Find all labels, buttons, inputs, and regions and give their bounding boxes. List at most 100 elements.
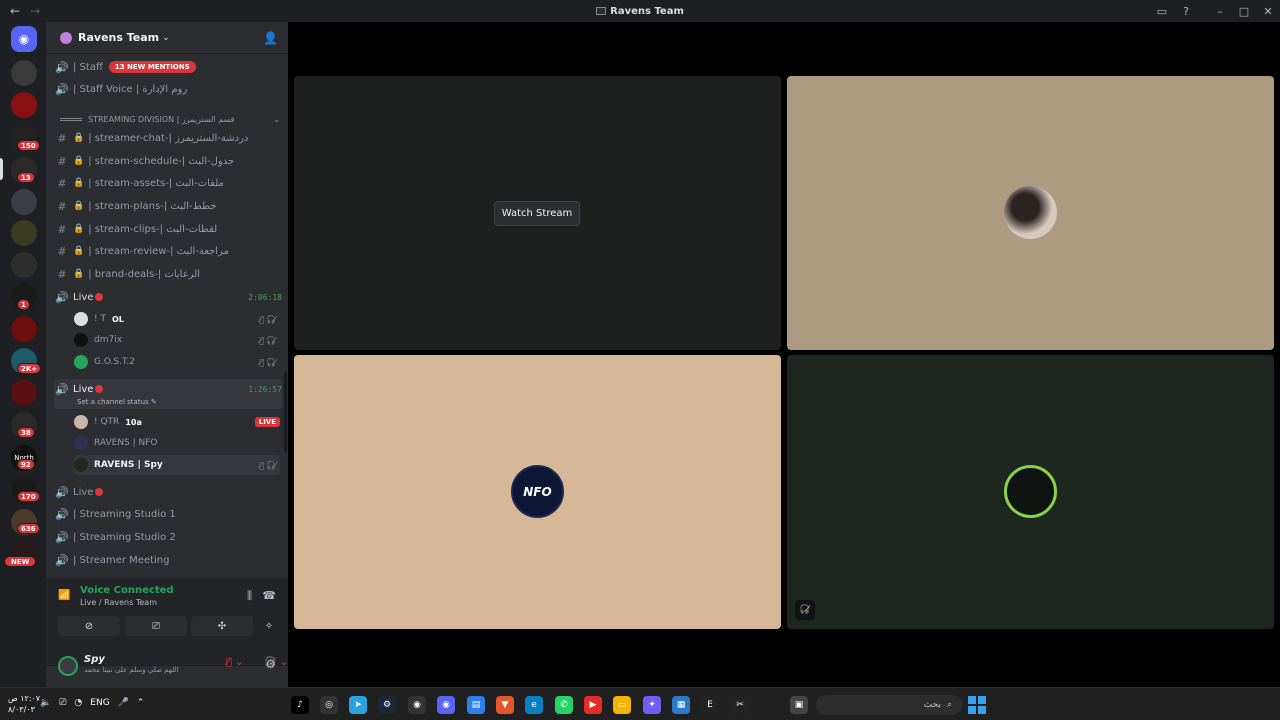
- server-icon[interactable]: [11, 92, 37, 118]
- server-icon[interactable]: [11, 316, 37, 342]
- brave-icon[interactable]: ▼: [496, 696, 514, 714]
- app-icon[interactable]: ◎: [320, 696, 338, 714]
- volume-icon[interactable]: 🔈: [40, 698, 51, 708]
- nav-arrows: ← →: [10, 4, 40, 18]
- wifi-icon[interactable]: ◔: [74, 698, 82, 708]
- call-timer: 1:26:57: [248, 384, 282, 394]
- channel-staff[interactable]: 🔊 | Staff 13 NEW MENTIONS: [54, 57, 282, 77]
- voice-user[interactable]: ! T OL 🎙̸🎧̸: [74, 309, 280, 329]
- steam-icon[interactable]: ⚙: [378, 696, 396, 714]
- server-icon[interactable]: [11, 60, 37, 86]
- channel-streaming-studio-2[interactable]: 🔊 | Streaming Studio 2: [54, 527, 282, 547]
- voice-user[interactable]: RAVENS | NFO: [74, 433, 280, 453]
- voice-panel: 📶 Voice Connected Live / Ravens Team ⫼ ☎…: [46, 578, 288, 666]
- help-icon[interactable]: ?: [1174, 5, 1198, 18]
- scrollbar[interactable]: [284, 372, 287, 452]
- forward-arrow-icon[interactable]: →: [30, 4, 40, 18]
- participant-avatar: [1004, 186, 1057, 239]
- channel-streamer-chat[interactable]: # 🔒 | streamer-chat-| دردشة-الستريمرز: [54, 128, 282, 148]
- back-arrow-icon[interactable]: ←: [10, 4, 20, 18]
- server-header[interactable]: Ravens Team ⌄ 👤: [46, 22, 288, 54]
- participant-tile[interactable]: [787, 76, 1274, 350]
- activities-button[interactable]: ✣: [191, 616, 253, 636]
- speaker-icon: 🔊: [55, 553, 69, 567]
- signal-icon: 📶: [58, 590, 71, 601]
- stream-tile[interactable]: Watch Stream: [294, 76, 781, 350]
- monitor-icon[interactable]: ⎚: [59, 698, 66, 708]
- invite-icon[interactable]: 👤: [263, 31, 278, 45]
- close-button[interactable]: ✕: [1256, 5, 1280, 18]
- channel-streamer-meeting[interactable]: 🔊 | Streamer Meeting: [54, 550, 282, 570]
- channel-stream-clips[interactable]: # 🔒 | stream-clips-| لقطات-البث: [54, 219, 282, 239]
- inbox-icon[interactable]: ▭: [1150, 5, 1174, 18]
- clock[interactable]: ١٢:٠٧ ص ٨/٠٣/٠٣: [8, 693, 40, 715]
- server-icon[interactable]: [11, 189, 37, 215]
- channel-brand-deals[interactable]: # 🔒 | brand-deals-| الرعايات: [54, 264, 282, 284]
- channel-stream-assets[interactable]: # 🔒 | stream-assets-| ملفات-البث: [54, 173, 282, 193]
- category-header[interactable]: STREAMING DIVISION | قسم الستريمرز ⌄: [60, 115, 280, 124]
- participant-tile[interactable]: 🎧̸: [787, 355, 1274, 629]
- server-icon[interactable]: [11, 220, 37, 246]
- capcut-icon[interactable]: ✂: [731, 696, 749, 714]
- noise-suppression-icon[interactable]: ⫼: [247, 589, 252, 603]
- app-icon[interactable]: ▤: [467, 696, 485, 714]
- voice-location[interactable]: Live / Ravens Team: [80, 598, 157, 607]
- voice-user[interactable]: dm7ix 🎙̸🎧̸: [74, 330, 280, 350]
- camera-off-button[interactable]: ⊘: [58, 616, 120, 636]
- minimize-button[interactable]: –: [1208, 5, 1232, 18]
- taskbar-search[interactable]: بحث ⌕: [816, 695, 962, 715]
- telegram-icon[interactable]: ➤: [349, 696, 367, 714]
- edge-icon[interactable]: e: [525, 696, 543, 714]
- participant-avatar: [1004, 465, 1057, 518]
- channel-label: Live: [73, 291, 94, 303]
- file-explorer-icon[interactable]: ▭: [613, 696, 631, 714]
- start-button[interactable]: [968, 696, 986, 714]
- participant-tile[interactable]: NFO: [294, 355, 781, 629]
- settings-gear-icon[interactable]: ⚙: [265, 657, 276, 671]
- chevron-up-icon[interactable]: ⌃: [137, 698, 145, 708]
- youtube-icon[interactable]: ▶: [584, 696, 602, 714]
- participant-avatar: NFO: [511, 465, 564, 518]
- server-name: Ravens Team: [78, 31, 160, 44]
- watch-stream-button[interactable]: Watch Stream: [494, 201, 580, 226]
- muted-deafened-icon: 🎙̸🎧̸: [259, 335, 280, 345]
- server-icon[interactable]: [11, 380, 37, 406]
- avatar[interactable]: [58, 656, 78, 676]
- live-dot-icon: [95, 293, 104, 301]
- discord-home-icon[interactable]: ◉: [11, 26, 37, 52]
- server-icon[interactable]: [11, 252, 37, 278]
- channel-staff-voice[interactable]: 🔊 | Staff Voice | روم الإدارة: [54, 79, 282, 99]
- channel-stream-schedule[interactable]: # 🔒 | stream-schedule-| جدول-البث: [54, 151, 282, 171]
- voice-user-self[interactable]: RAVENS | Spy 🎙̸🎧̸: [74, 455, 280, 475]
- store-icon[interactable]: ▦: [672, 696, 690, 714]
- channel-stream-review[interactable]: # 🔒 | stream-review-| مراجعة-البث: [54, 241, 282, 261]
- language-indicator[interactable]: ENG: [90, 698, 109, 708]
- whatsapp-icon[interactable]: ✆: [555, 696, 573, 714]
- disconnect-icon[interactable]: ☎: [262, 589, 276, 602]
- maximize-button[interactable]: □: [1232, 5, 1256, 18]
- channel-live-1[interactable]: 🔊 Live 2:06:18: [54, 287, 282, 307]
- soundboard-button[interactable]: ✧: [258, 616, 280, 636]
- channel-live-3[interactable]: 🔊 Live: [54, 482, 282, 502]
- channel-status-input[interactable]: Set a channel status ✎: [77, 398, 157, 406]
- channel-streaming-studio-1[interactable]: 🔊 | Streaming Studio 1: [54, 504, 282, 524]
- user-tag: OL: [111, 314, 124, 324]
- channel-live-2[interactable]: 🔊 Live 1:26:57: [54, 379, 282, 399]
- muted-deafened-icon: 🎙̸🎧̸: [259, 357, 280, 367]
- lock-icon: 🔒: [73, 133, 85, 143]
- search-icon: ⌕: [946, 700, 952, 710]
- epic-games-icon[interactable]: E: [701, 696, 719, 714]
- server-badge: 13: [17, 172, 35, 183]
- mute-icon[interactable]: 🎙̸ ⌄: [226, 657, 244, 668]
- share-screen-button[interactable]: ⎚: [125, 616, 187, 636]
- channel-stream-plans[interactable]: # 🔒 | stream-plans-| خطط-البث: [54, 196, 282, 216]
- task-view-icon[interactable]: ▣: [790, 696, 808, 714]
- voice-user[interactable]: G.O.S.T.2 🎙̸🎧̸: [74, 352, 280, 372]
- voice-user[interactable]: ! QTR 10a LIVE: [74, 412, 280, 432]
- copilot-icon[interactable]: ✦: [643, 696, 661, 714]
- hash-icon: #: [57, 199, 67, 213]
- mic-icon[interactable]: 🎤: [118, 698, 129, 708]
- discord-icon[interactable]: ◉: [437, 696, 455, 714]
- tiktok-icon[interactable]: ♪: [291, 696, 309, 714]
- obs-icon[interactable]: ◉: [408, 696, 426, 714]
